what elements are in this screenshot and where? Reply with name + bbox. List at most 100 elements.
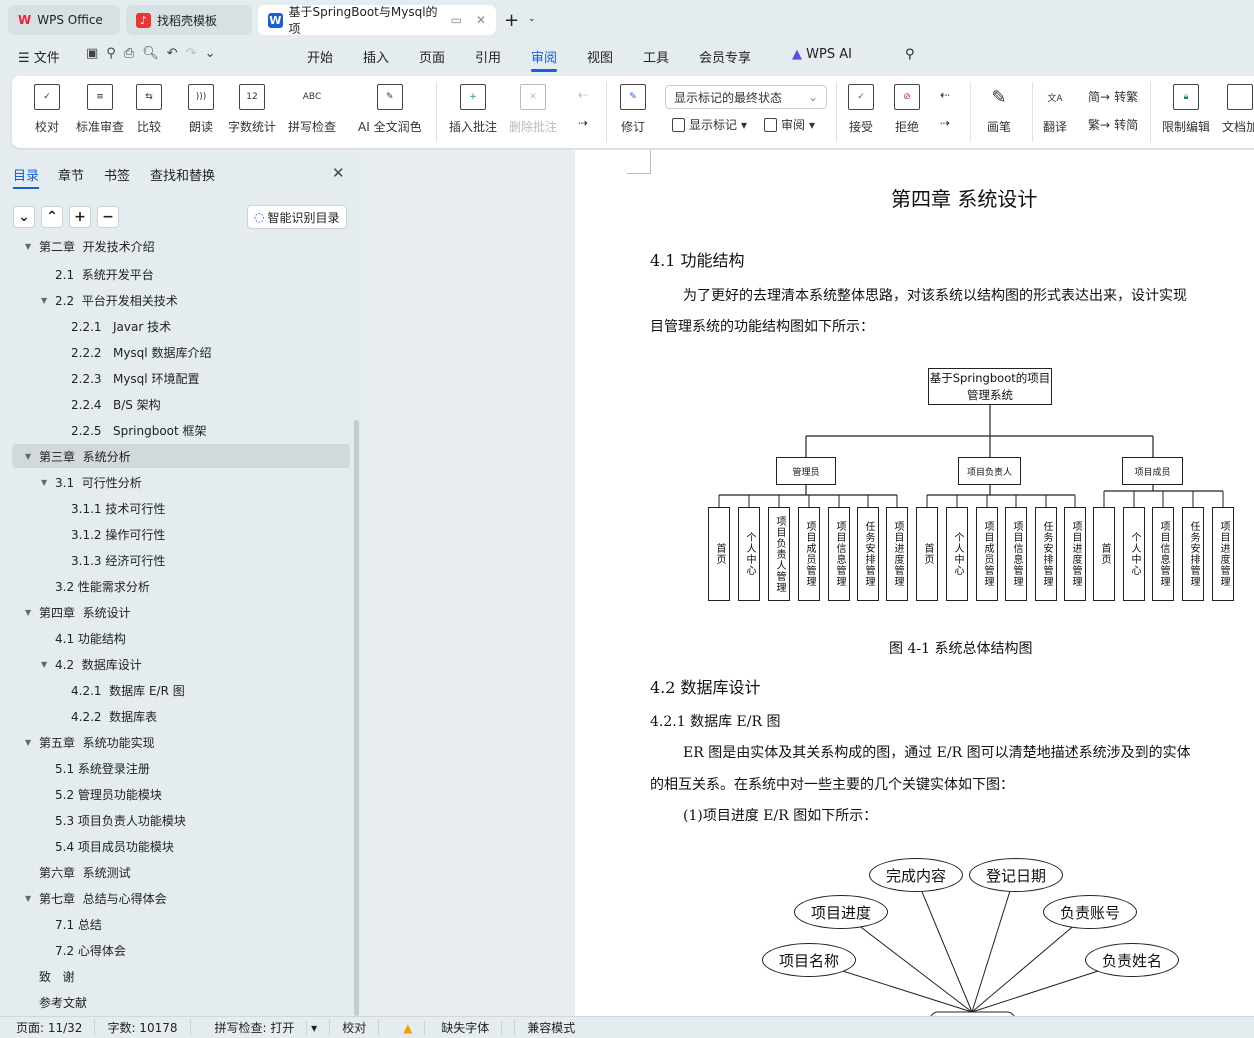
to-traditional-button[interactable]: 简→ 转繁 bbox=[1088, 88, 1138, 105]
redo-icon[interactable]: ↷ bbox=[186, 46, 205, 61]
toc-item[interactable]: 4.1 功能结构 bbox=[12, 626, 350, 650]
expand-arrow-icon[interactable]: ▼ bbox=[25, 242, 31, 251]
prev-comment-icon[interactable]: ⇠ bbox=[578, 88, 588, 102]
toc-item[interactable]: 3.1.3 经济可行性 bbox=[12, 548, 350, 572]
toc-item[interactable]: 3.1.2 操作可行性 bbox=[12, 522, 350, 546]
toc-item[interactable]: 7.2 心得体会 bbox=[12, 938, 350, 962]
ai-polish-button[interactable]: ✎ AI 全文润色 bbox=[358, 84, 422, 135]
toc-item[interactable]: ▼ 第七章 总结与心得体会 bbox=[12, 886, 350, 910]
menu-start[interactable]: 开始 bbox=[307, 47, 333, 66]
toc-item[interactable]: 2.2.5 Springboot 框架 bbox=[12, 418, 350, 442]
restrict-edit-button[interactable]: 🔒︎ 限制编辑 bbox=[1162, 84, 1210, 135]
tab-bookmarks[interactable]: 书签 bbox=[104, 165, 130, 184]
toc-item[interactable]: 5.3 项目负责人功能模块 bbox=[12, 808, 350, 832]
review-pane-button[interactable]: 审阅 ▾ bbox=[764, 116, 815, 133]
track-changes-button[interactable]: ✎ 修订 bbox=[620, 84, 646, 135]
toc-item[interactable]: 5.4 项目成员功能模块 bbox=[12, 834, 350, 858]
doc-encrypt-button[interactable]: 文档加 bbox=[1222, 84, 1254, 135]
prev-change-icon[interactable]: ⇠ bbox=[940, 88, 950, 102]
expand-arrow-icon[interactable]: ▼ bbox=[41, 478, 47, 487]
expand-button[interactable]: + bbox=[69, 206, 91, 228]
show-markup-button[interactable]: 显示标记 ▾ bbox=[672, 116, 747, 133]
missing-font-status[interactable]: ▲ 缺失字体 bbox=[379, 1019, 516, 1036]
quick-access-toolbar[interactable]: ▣⚲⎙🔍︎↶↷⌄ bbox=[86, 46, 223, 61]
menu-reference[interactable]: 引用 bbox=[475, 47, 501, 66]
toc-item[interactable]: ▼ 第二章 开发技术介绍 bbox=[12, 236, 350, 258]
toc-item[interactable]: 4.2.1 数据库 E/R 图 bbox=[12, 678, 350, 702]
collapse-button[interactable]: − bbox=[97, 206, 119, 228]
menu-view[interactable]: 视图 bbox=[587, 47, 613, 66]
more-chevron-icon[interactable]: ⌄ bbox=[205, 46, 224, 61]
compare-button[interactable]: ⇆ 比较 bbox=[136, 84, 162, 135]
menu-page[interactable]: 页面 bbox=[419, 47, 445, 66]
collapse-up-button[interactable]: ⌃ bbox=[41, 206, 63, 228]
expand-arrow-icon[interactable]: ▼ bbox=[25, 894, 31, 903]
toc-item[interactable]: 4.2.2 数据库表 bbox=[12, 704, 350, 728]
save-icon[interactable]: ▣ bbox=[86, 46, 106, 61]
menu-member[interactable]: 会员专享 bbox=[699, 47, 751, 66]
word-count-button[interactable]: 12 字数统计 bbox=[228, 84, 276, 135]
toc-item[interactable]: 3.2 性能需求分析 bbox=[12, 574, 350, 598]
tab-list-chevron-icon[interactable]: ⌄ bbox=[528, 14, 536, 24]
close-tab-icon[interactable]: ✕ bbox=[476, 13, 486, 27]
toc-item[interactable]: 致 谢 bbox=[12, 964, 350, 988]
next-comment-icon[interactable]: ⇢ bbox=[578, 116, 588, 130]
search-icon[interactable]: ⚲ bbox=[905, 47, 915, 62]
collapse-down-button[interactable]: ⌄ bbox=[13, 206, 35, 228]
toc-item[interactable]: 2.2.1 Javar 技术 bbox=[12, 314, 350, 338]
tab-wps-office[interactable]: W WPS Office bbox=[8, 5, 120, 35]
markup-mode-select[interactable]: 显示标记的最终状态 ⌄ bbox=[665, 85, 827, 109]
toc-item[interactable]: 3.1.1 技术可行性 bbox=[12, 496, 350, 520]
toc-scrollbar[interactable] bbox=[354, 420, 359, 1016]
toc-item[interactable]: 7.1 总结 bbox=[12, 912, 350, 936]
page-indicator[interactable]: 页面: 11/32 bbox=[0, 1019, 96, 1036]
to-simplified-button[interactable]: 繁→ 转简 bbox=[1088, 116, 1138, 133]
tab-chapters[interactable]: 章节 bbox=[58, 165, 84, 184]
tab-docer[interactable]: ♪ 找稻壳模板 bbox=[126, 5, 252, 35]
print-preview-icon[interactable]: 🔍︎ bbox=[142, 46, 167, 61]
tab-toc[interactable]: 目录 bbox=[13, 165, 40, 189]
accept-button[interactable]: ✓ 接受 bbox=[848, 84, 874, 135]
undo-icon[interactable]: ↶ bbox=[167, 46, 186, 61]
expand-arrow-icon[interactable]: ▼ bbox=[41, 296, 47, 305]
expand-arrow-icon[interactable]: ▼ bbox=[25, 452, 31, 461]
translate-button[interactable]: 文A 翻译 bbox=[1042, 84, 1068, 135]
spell-check-button[interactable]: ABC 拼写检查 bbox=[288, 84, 336, 135]
menu-review[interactable]: 审阅 bbox=[531, 47, 558, 72]
proofread-status[interactable]: 校对 bbox=[330, 1019, 380, 1036]
print-icon[interactable]: ⎙ bbox=[124, 46, 142, 61]
menu-insert[interactable]: 插入 bbox=[363, 47, 389, 66]
toc-item[interactable]: 第六章 系统测试 bbox=[12, 860, 350, 884]
toc-item[interactable]: ▼ 第四章 系统设计 bbox=[12, 600, 350, 624]
new-tab-button[interactable]: + bbox=[504, 10, 519, 31]
tab-document[interactable]: W 基于SpringBoot与Mysql的项 ▭ ✕ bbox=[258, 5, 496, 36]
menu-wps-ai[interactable]: ▲ WPS AI bbox=[792, 47, 852, 62]
tab-find-replace[interactable]: 查找和替换 bbox=[150, 165, 215, 184]
close-pane-icon[interactable]: ✕ bbox=[332, 164, 345, 182]
expand-arrow-icon[interactable]: ▼ bbox=[25, 608, 31, 617]
expand-arrow-icon[interactable]: ▼ bbox=[41, 660, 47, 669]
toc-item[interactable]: ▼ 4.2 数据库设计 bbox=[12, 652, 350, 676]
file-menu[interactable]: ☰ 文件 bbox=[18, 47, 60, 66]
toc-item[interactable]: 参考文献 bbox=[12, 990, 350, 1014]
read-aloud-button[interactable]: ))) 朗读 bbox=[188, 84, 214, 135]
menu-tools[interactable]: 工具 bbox=[643, 47, 669, 66]
toc-item[interactable]: ▼ 第三章 系统分析 bbox=[12, 444, 350, 468]
toc-item[interactable]: 5.1 系统登录注册 bbox=[12, 756, 350, 780]
document-page[interactable]: 第四章 系统设计 4.1 功能结构 为了更好的去理清本系统整体思路，对该系统以结… bbox=[575, 150, 1254, 1016]
smart-toc-button[interactable]: ◌ 智能识别目录 bbox=[247, 205, 347, 229]
delete-comment-button[interactable]: ✕ 删除批注 bbox=[509, 84, 557, 135]
expand-arrow-icon[interactable]: ▼ bbox=[25, 738, 31, 747]
word-count[interactable]: 字数: 10178 bbox=[95, 1019, 191, 1036]
toc-item[interactable]: ▼ 3.1 可行性分析 bbox=[12, 470, 350, 494]
toc-item[interactable]: 2.2.4 B/S 架构 bbox=[12, 392, 350, 416]
pen-button[interactable]: ✎ 画笔 bbox=[986, 84, 1012, 135]
toc-item[interactable]: 5.2 管理员功能模块 bbox=[12, 782, 350, 806]
insert-comment-button[interactable]: + 插入批注 bbox=[449, 84, 497, 135]
toc-item[interactable]: 2.1 系统开发平台 bbox=[12, 262, 350, 286]
toc-item[interactable]: ▼ 第五章 系统功能实现 bbox=[12, 730, 350, 754]
toc-item[interactable]: 2.2.2 Mysql 数据库介绍 bbox=[12, 340, 350, 364]
spell-check-status[interactable]: 拼写检查: 打开 ▾ bbox=[191, 1019, 331, 1036]
proofread-button[interactable]: ✓ 校对 bbox=[34, 84, 60, 135]
reject-button[interactable]: ⊘ 拒绝 bbox=[894, 84, 920, 135]
